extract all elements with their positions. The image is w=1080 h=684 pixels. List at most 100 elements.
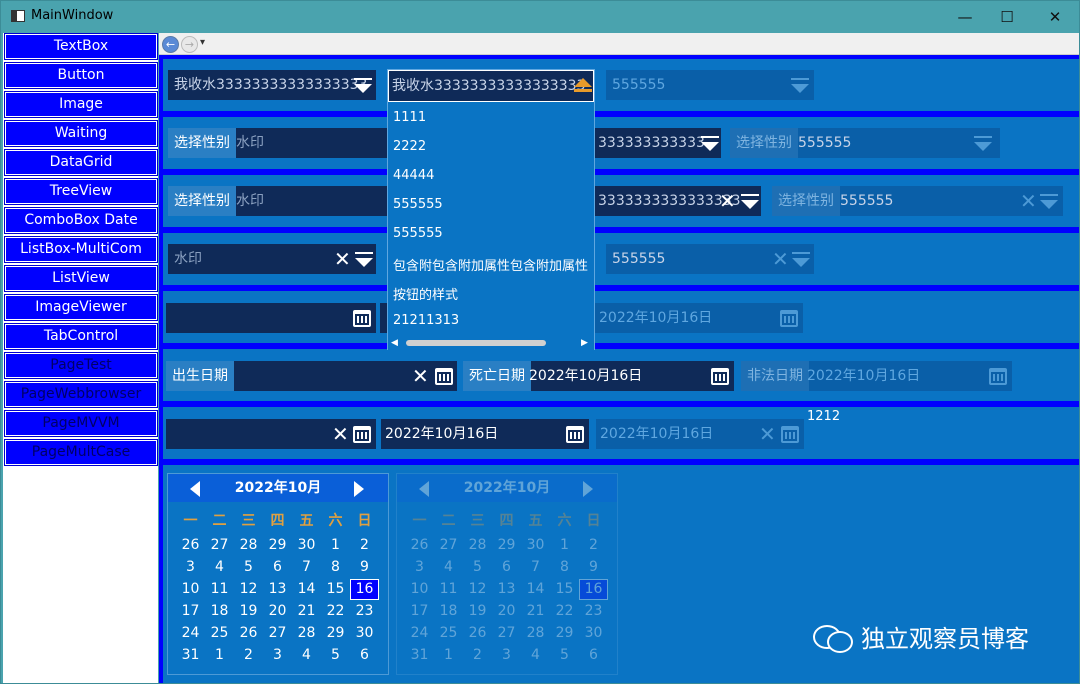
calendar-day[interactable]: 6 [263, 557, 292, 578]
calendar-day[interactable]: 25 [205, 623, 234, 644]
datepicker-clear-3[interactable]: 2022年10月16日 ✕ [596, 419, 804, 449]
datepicker-death[interactable]: 死亡日期 2022年10月16日 [463, 361, 734, 391]
calendar-day[interactable]: 8 [321, 557, 350, 578]
dropdown-item[interactable]: 2222 [393, 139, 426, 154]
prev-month-icon[interactable] [190, 481, 200, 497]
sidebar-item-textbox[interactable]: TextBox [4, 33, 158, 60]
calendar-day[interactable]: 23 [350, 601, 379, 622]
clear-icon[interactable]: ✕ [759, 419, 776, 449]
sidebar-item-treeview[interactable]: TreeView [4, 178, 158, 205]
sidebar-item-pagemvvm[interactable]: PageMVVM [4, 410, 158, 437]
scroll-left-icon[interactable]: ◀ [391, 338, 398, 348]
calendar-day[interactable]: 21 [292, 601, 321, 622]
combobox-clear-2[interactable]: 3333333333333333 ✕ [595, 186, 761, 216]
combobox-gender-1[interactable]: 选择性别 水印 [168, 128, 389, 158]
back-icon[interactable]: ← [162, 36, 179, 53]
dropdown-arrow-up-icon[interactable] [574, 78, 592, 87]
combobox-2-input[interactable]: 我收水33333333333333333 [388, 70, 594, 102]
datepicker-illegal[interactable]: 非法日期 2022年10月16日 [741, 361, 1012, 391]
dropdown-arrow-icon[interactable] [355, 258, 373, 267]
horizontal-scrollbar[interactable]: ◀ ▶ [388, 336, 594, 350]
close-button[interactable]: ✕ [1032, 1, 1078, 32]
calendar-day[interactable]: 29 [321, 623, 350, 644]
dropdown-item[interactable]: 555555 [393, 197, 443, 212]
calendar-icon[interactable] [353, 426, 371, 443]
calendar-day[interactable]: 31 [176, 645, 205, 666]
combobox-gender-clear-1[interactable]: 选择性别 水印 [168, 186, 389, 216]
calendar-day[interactable]: 4 [205, 557, 234, 578]
sidebar-item-waiting[interactable]: Waiting [4, 120, 158, 147]
calendar-day[interactable]: 9 [350, 557, 379, 578]
sidebar-item-pagewebbrowser[interactable]: PageWebbrowser [4, 381, 158, 408]
maximize-button[interactable]: ☐ [984, 1, 1030, 32]
calendar-day[interactable]: 4 [292, 645, 321, 666]
clear-icon[interactable]: ✕ [332, 419, 349, 449]
combobox-2b[interactable]: 333333333333 [595, 128, 721, 158]
dropdown-item[interactable]: 555555 [393, 226, 443, 241]
clear-icon[interactable]: ✕ [772, 244, 789, 274]
calendar-day[interactable]: 10 [176, 579, 205, 600]
combobox-watermark[interactable]: 水印 ✕ [168, 244, 376, 274]
calendar-icon[interactable] [781, 426, 799, 443]
calendar-day[interactable]: 6 [350, 645, 379, 666]
calendar-day[interactable]: 14 [292, 579, 321, 600]
clear-icon[interactable]: ✕ [334, 244, 351, 274]
calendar-day-selected[interactable]: 16 [350, 579, 379, 600]
history-dropdown-icon[interactable]: ▾ [200, 37, 205, 48]
dropdown-arrow-icon[interactable] [792, 258, 810, 267]
dropdown-item[interactable]: 21211313 [393, 313, 459, 328]
dropdown-arrow-icon[interactable] [974, 142, 992, 151]
calendar-day[interactable]: 24 [176, 623, 205, 644]
calendar-day[interactable]: 12 [234, 579, 263, 600]
calendar-day[interactable]: 2 [234, 645, 263, 666]
calendar-day[interactable]: 30 [292, 535, 321, 556]
minimize-button[interactable]: — [942, 1, 988, 32]
calendar-enabled[interactable]: 2022年10月 一 二 三 四 五 六 日 26 27 28 29 30 1 2 3 4 5 6 7… [167, 473, 389, 675]
sidebar-item-button[interactable]: Button [4, 62, 158, 89]
calendar-day[interactable]: 13 [263, 579, 292, 600]
dropdown-item[interactable]: 1111 [393, 110, 426, 125]
combobox-gender-clear-3[interactable]: 选择性别 555555 ✕ [772, 186, 1063, 216]
calendar-day[interactable]: 3 [263, 645, 292, 666]
clear-icon[interactable]: ✕ [719, 186, 736, 216]
clear-icon[interactable]: ✕ [412, 361, 429, 391]
calendar-icon[interactable] [989, 368, 1007, 385]
dropdown-item[interactable]: 按钮的样式 [393, 284, 458, 303]
sidebar-item-combobox-date[interactable]: ComboBox Date [4, 207, 158, 234]
dropdown-arrow-icon[interactable] [354, 84, 372, 93]
calendar-day[interactable]: 28 [234, 535, 263, 556]
calendar-day[interactable]: 27 [263, 623, 292, 644]
calendar-day[interactable]: 1 [205, 645, 234, 666]
combobox-gender-3[interactable]: 选择性别 555555 [730, 128, 1000, 158]
scroll-right-icon[interactable]: ▶ [581, 338, 588, 348]
calendar-day[interactable]: 26 [234, 623, 263, 644]
calendar-day[interactable]: 19 [234, 601, 263, 622]
calendar-icon[interactable] [711, 368, 729, 385]
calendar-day[interactable]: 11 [205, 579, 234, 600]
sidebar-item-datagrid[interactable]: DataGrid [4, 149, 158, 176]
calendar-icon[interactable] [566, 426, 584, 443]
calendar-day[interactable]: 2 [350, 535, 379, 556]
datepicker-1[interactable] [166, 303, 376, 333]
calendar-day[interactable]: 15 [321, 579, 350, 600]
calendar-day[interactable]: 28 [292, 623, 321, 644]
calendar-day[interactable]: 22 [321, 601, 350, 622]
dropdown-arrow-icon[interactable] [741, 200, 759, 209]
combobox-3[interactable]: 555555 [606, 70, 814, 100]
sidebar-item-image[interactable]: Image [4, 91, 158, 118]
calendar-day[interactable]: 7 [292, 557, 321, 578]
scrollbar-thumb[interactable] [406, 340, 546, 346]
calendar-day[interactable]: 17 [176, 601, 205, 622]
calendar-day[interactable]: 26 [176, 535, 205, 556]
datepicker-3[interactable]: 2022年10月16日 [595, 303, 803, 333]
datepicker-clear-1[interactable]: ✕ [166, 419, 376, 449]
sidebar-item-listview[interactable]: ListView [4, 265, 158, 292]
calendar-icon[interactable] [353, 310, 371, 327]
sidebar-item-pagetest[interactable]: PageTest [4, 352, 158, 379]
dropdown-item[interactable]: 44444 [393, 168, 434, 183]
calendar-title[interactable]: 2022年10月 [235, 480, 321, 496]
sidebar-item-imageviewer[interactable]: ImageViewer [4, 294, 158, 321]
dropdown-item[interactable]: 包含附包含附加属性包含附加属性 [393, 255, 588, 274]
combobox-1[interactable]: 我收水33333333333333333 [168, 70, 376, 100]
combobox-watermark-3[interactable]: 555555 ✕ [606, 244, 814, 274]
